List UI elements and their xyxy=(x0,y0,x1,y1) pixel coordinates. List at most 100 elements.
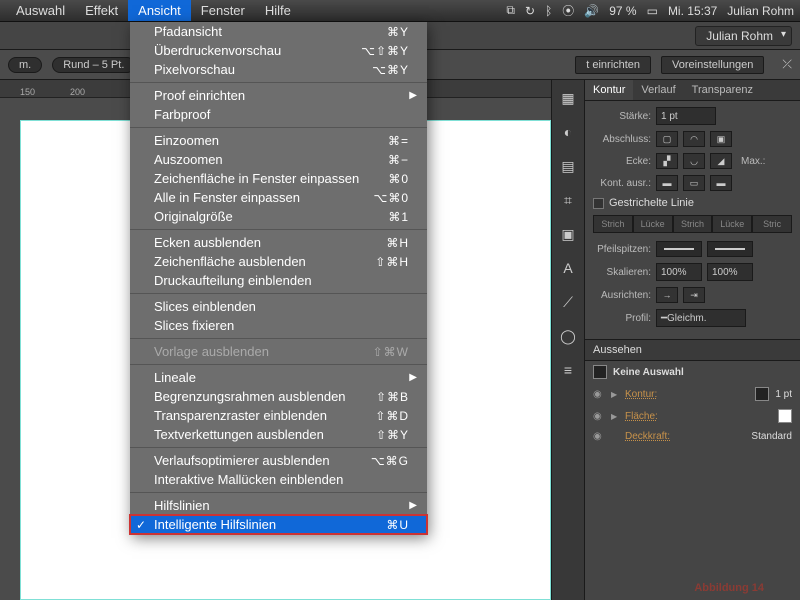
menu-shortcut: ⌘= xyxy=(388,134,409,148)
cap-projecting-button[interactable]: ▣ xyxy=(710,131,732,147)
tab-transparenz[interactable]: Transparenz xyxy=(684,80,761,100)
control-button-voreinstellungen[interactable]: Voreinstellungen xyxy=(661,56,764,74)
gap-field[interactable]: Lücke xyxy=(633,215,673,233)
menu-effekt[interactable]: Effekt xyxy=(75,0,128,21)
join-round-button[interactable]: ◡ xyxy=(683,153,705,169)
gap-field[interactable]: Lücke xyxy=(712,215,752,233)
menu-item-pixelvorschau[interactable]: Pixelvorschau⌥⌘Y xyxy=(130,60,427,79)
arrow-start-select[interactable] xyxy=(656,241,702,257)
menu-item-label: Begrenzungsrahmen ausblenden xyxy=(154,389,376,404)
menu-item-label: Zeichenfläche in Fenster einpassen xyxy=(154,171,388,186)
align-outside-button[interactable]: ▬ xyxy=(710,175,732,191)
label-ecke: Ecke: xyxy=(593,156,651,167)
disclosure-icon[interactable]: ▶ xyxy=(611,412,619,421)
menu-shortcut: ⇧⌘W xyxy=(373,345,409,359)
appearance-stroke-label: Kontur: xyxy=(625,389,749,400)
menu-item-textverkettungen-ausblenden[interactable]: Textverkettungen ausblenden⇧⌘Y xyxy=(130,425,427,444)
type-icon[interactable]: A xyxy=(558,258,578,278)
shape-icon[interactable]: ◯ xyxy=(558,326,578,346)
menu-item-zeichenfl-che-ausblenden[interactable]: Zeichenfläche ausblenden⇧⌘H xyxy=(130,252,427,271)
scale-end-field[interactable]: 100% xyxy=(707,263,753,281)
menu-item-verlaufsoptimierer-ausblenden[interactable]: Verlaufsoptimierer ausblenden⌥⌘G xyxy=(130,451,427,470)
menu-item-farbproof[interactable]: Farbproof xyxy=(130,105,427,124)
menu-item--berdruckenvorschau[interactable]: Überdruckenvorschau⌥⇧⌘Y xyxy=(130,41,427,60)
dropbox-icon[interactable]: ⧉ xyxy=(506,3,515,18)
arrow-end-select[interactable] xyxy=(707,241,753,257)
sync-icon[interactable]: ↻ xyxy=(525,4,535,18)
label-kont-ausr: Kont. ausr.: xyxy=(593,178,651,189)
swatches-icon[interactable]: ▦ xyxy=(558,88,578,108)
scale-start-field[interactable]: 100% xyxy=(656,263,702,281)
dash-field[interactable]: Strich xyxy=(593,215,633,233)
stroke-swatch[interactable] xyxy=(755,387,769,401)
battery-icon[interactable]: ▭ xyxy=(647,4,658,18)
appearance-stroke-row[interactable]: ◉ ▶ Kontur: 1 pt xyxy=(585,383,800,405)
user-text[interactable]: Julian Rohm xyxy=(727,4,794,18)
menu-item-einzoomen[interactable]: Einzoomen⌘= xyxy=(130,131,427,150)
menu-item-intelligente-hilfslinien[interactable]: ✓Intelligente Hilfslinien⌘U xyxy=(130,515,427,534)
transform-icon[interactable]: ▣ xyxy=(558,224,578,244)
control-pill-1[interactable]: m. xyxy=(8,57,42,73)
menu-item-slices-fixieren[interactable]: Slices fixieren xyxy=(130,316,427,335)
menu-item-label: Slices einblenden xyxy=(154,299,409,314)
symbols-icon[interactable]: ⌗ xyxy=(558,190,578,210)
fill-swatch[interactable] xyxy=(778,409,792,423)
menu-item-slices-einblenden[interactable]: Slices einblenden xyxy=(130,297,427,316)
align-center-button[interactable]: ▬ xyxy=(656,175,678,191)
color-icon[interactable]: ◐ xyxy=(558,122,578,142)
align-inside-button[interactable]: ▭ xyxy=(683,175,705,191)
appearance-opacity-row[interactable]: ◉ Deckkraft: Standard xyxy=(585,427,800,446)
icon-rail: ▦ ◐ ▤ ⌗ ▣ A ⟋ ◯ ≡ xyxy=(551,80,585,600)
menu-item-druckaufteilung-einblenden[interactable]: Druckaufteilung einblenden xyxy=(130,271,427,290)
appearance-panel-title[interactable]: Aussehen xyxy=(585,340,800,361)
eye-icon[interactable]: ◉ xyxy=(593,411,605,422)
profile-select[interactable]: ━ Gleichm. xyxy=(656,309,746,327)
menu-item-lineale[interactable]: Lineale▶ xyxy=(130,368,427,387)
menu-item-originalgr-e[interactable]: Originalgröße⌘1 xyxy=(130,207,427,226)
menu-item-interaktive-mall-cken-einblenden[interactable]: Interaktive Mallücken einblenden xyxy=(130,470,427,489)
brushes-icon[interactable]: ▤ xyxy=(558,156,578,176)
join-bevel-button[interactable]: ◢ xyxy=(710,153,732,169)
menu-item-auszoomen[interactable]: Auszoomen⌘− xyxy=(130,150,427,169)
tab-kontur[interactable]: Kontur xyxy=(585,80,633,100)
control-button-einrichten[interactable]: t einrichten xyxy=(575,56,651,74)
menu-ansicht[interactable]: Ansicht xyxy=(128,0,191,21)
volume-icon[interactable]: 🔊 xyxy=(584,4,599,18)
eye-icon[interactable]: ◉ xyxy=(593,431,605,442)
arrow-align-1-button[interactable]: → xyxy=(656,287,678,303)
wifi-icon[interactable]: ⦿ xyxy=(562,2,574,19)
clock-text[interactable]: Mi. 15:37 xyxy=(668,4,717,18)
menu-fenster[interactable]: Fenster xyxy=(191,0,255,21)
stroke-panel-body: Stärke: 1 pt Abschluss: ▢ ◠ ▣ Ecke: ▞ ◡ … xyxy=(585,101,800,340)
field-staerke[interactable]: 1 pt xyxy=(656,107,716,125)
menu-item-pfadansicht[interactable]: Pfadansicht⌘Y xyxy=(130,22,427,41)
menu-item-hilfslinien[interactable]: Hilfslinien▶ xyxy=(130,496,427,515)
cap-round-button[interactable]: ◠ xyxy=(683,131,705,147)
align-icon[interactable]: ≡ xyxy=(558,360,578,380)
menu-item-ecken-ausblenden[interactable]: Ecken ausblenden⌘H xyxy=(130,233,427,252)
menu-item-alle-in-fenster-einpassen[interactable]: Alle in Fenster einpassen⌥⌘0 xyxy=(130,188,427,207)
menu-item-transparenzraster-einblenden[interactable]: Transparenzraster einblenden⇧⌘D xyxy=(130,406,427,425)
menu-shortcut: ⌘Y xyxy=(387,25,409,39)
menu-item-zeichenfl-che-in-fenster-einpassen[interactable]: Zeichenfläche in Fenster einpassen⌘0 xyxy=(130,169,427,188)
bluetooth-icon[interactable]: ᛒ xyxy=(545,4,552,18)
app-user-button[interactable]: Julian Rohm xyxy=(695,26,792,46)
cap-butt-button[interactable]: ▢ xyxy=(656,131,678,147)
arrow-align-2-button[interactable]: ⇥ xyxy=(683,287,705,303)
menu-hilfe[interactable]: Hilfe xyxy=(255,0,301,21)
menu-item-proof-einrichten[interactable]: Proof einrichten▶ xyxy=(130,86,427,105)
dash-field[interactable]: Stric xyxy=(752,215,792,233)
join-miter-button[interactable]: ▞ xyxy=(656,153,678,169)
appearance-fill-row[interactable]: ◉ ▶ Fläche: xyxy=(585,405,800,427)
path-icon[interactable]: ⟋ xyxy=(558,292,578,312)
disclosure-icon[interactable]: ▶ xyxy=(611,390,619,399)
menu-auswahl[interactable]: Auswahl xyxy=(6,0,75,21)
dash-field[interactable]: Strich xyxy=(673,215,713,233)
mute-arrange-icon[interactable]: ⤫ xyxy=(782,57,792,72)
tab-verlauf[interactable]: Verlauf xyxy=(633,80,683,100)
menu-shortcut: ⌘H xyxy=(386,236,409,250)
menu-item-begrenzungsrahmen-ausblenden[interactable]: Begrenzungsrahmen ausblenden⇧⌘B xyxy=(130,387,427,406)
eye-icon[interactable]: ◉ xyxy=(593,389,605,400)
control-pill-2[interactable]: Rund – 5 Pt. xyxy=(52,57,135,73)
dashed-checkbox[interactable] xyxy=(593,198,604,209)
